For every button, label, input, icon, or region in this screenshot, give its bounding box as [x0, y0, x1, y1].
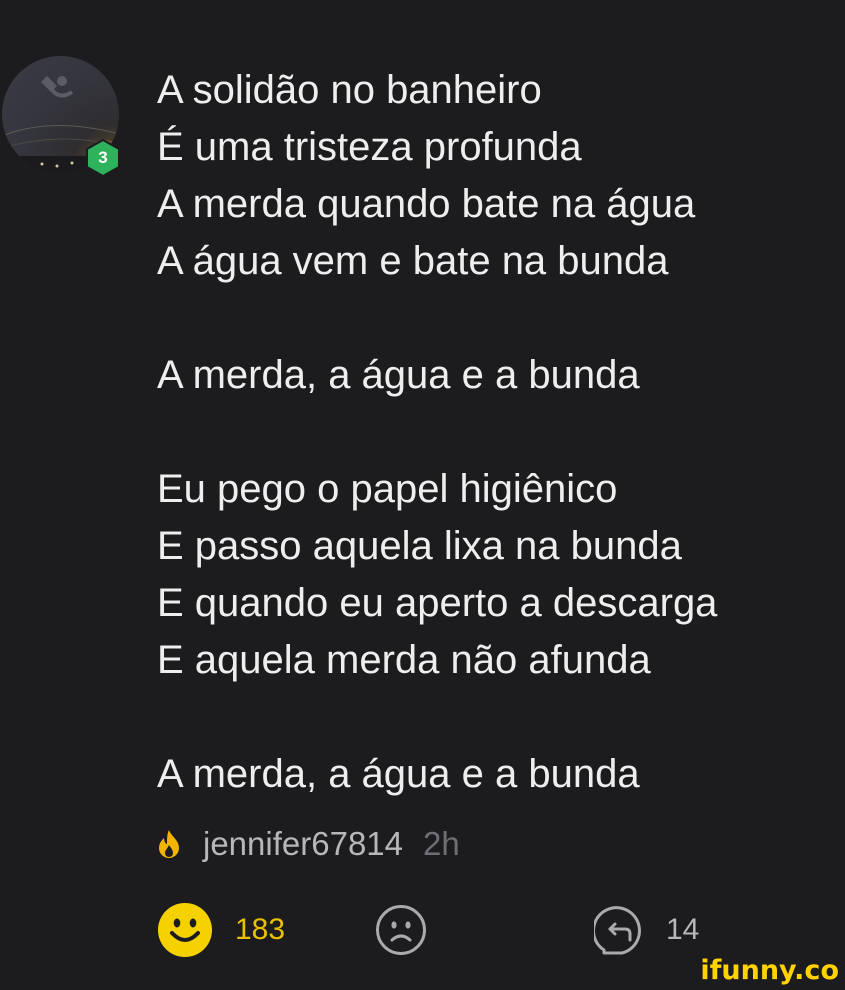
comment-line: A merda quando bate na água: [157, 182, 696, 226]
comment-line: A merda, a água e a bunda: [157, 752, 640, 796]
comment-blank-line: [157, 290, 837, 347]
comment-line: E aquela merda não afunda: [157, 638, 651, 682]
level-number: 3: [98, 148, 108, 167]
level-badge: 3: [83, 138, 123, 178]
comment-blank-line: [157, 689, 837, 746]
comment-body: A solidão no banheiro É uma tristeza pro…: [157, 62, 837, 803]
reply-icon: [594, 906, 641, 955]
smile-button[interactable]: 183: [157, 902, 285, 958]
comment-blank-line: [157, 404, 837, 461]
smile-count: 183: [235, 913, 286, 946]
comment-line: E passo aquela lixa na bunda: [157, 524, 682, 568]
comment-line: A água vem e bate na bunda: [157, 239, 669, 283]
comment-line: E quando eu aperto a descarga: [157, 581, 718, 625]
reply-button[interactable]: 14: [594, 902, 699, 958]
unsmile-icon: [376, 905, 426, 955]
comment-actions: 183 14: [157, 902, 757, 958]
comment-line: É uma tristeza profunda: [157, 125, 582, 169]
comment-line: A merda, a água e a bunda: [157, 353, 640, 397]
unsmile-button[interactable]: [375, 902, 427, 958]
comment-meta: jennifer67814 2h: [157, 822, 460, 866]
timestamp: 2h: [423, 825, 460, 862]
comment-line: Eu pego o papel higiênico: [157, 467, 618, 511]
ifunny-watermark: ifunny.co: [700, 955, 839, 986]
fire-icon: [159, 830, 179, 858]
username[interactable]: jennifer67814: [203, 825, 403, 863]
comment-line: A solidão no banheiro: [157, 68, 542, 112]
smile-icon: [158, 903, 212, 957]
reply-count: 14: [666, 913, 700, 946]
